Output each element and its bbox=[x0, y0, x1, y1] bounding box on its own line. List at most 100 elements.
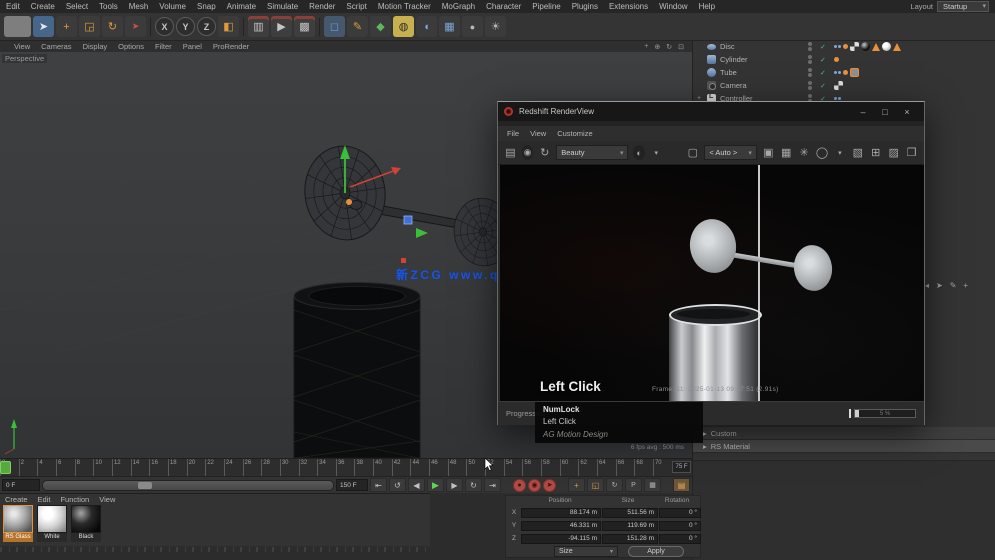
phong-tag-icon[interactable] bbox=[834, 97, 841, 100]
keying-settings-button[interactable]: ▤ bbox=[673, 478, 690, 492]
object-label[interactable]: Camera bbox=[720, 81, 800, 90]
enabled-check-icon[interactable]: ✓ bbox=[820, 69, 834, 77]
smoothing-tag-icon[interactable] bbox=[834, 57, 839, 62]
menu-item[interactable]: Help bbox=[699, 2, 715, 11]
minimize-button[interactable]: – bbox=[852, 107, 874, 117]
key-position-toggle[interactable]: + bbox=[568, 478, 585, 492]
menu-item[interactable]: Simulate bbox=[267, 2, 298, 11]
render-icon[interactable]: ▤ bbox=[504, 144, 517, 161]
enabled-check-icon[interactable]: ✓ bbox=[820, 82, 834, 90]
menu-item[interactable]: Render bbox=[309, 2, 335, 11]
material-menu-item[interactable]: View bbox=[99, 495, 115, 504]
menu-item[interactable]: Motion Tracker bbox=[378, 2, 431, 11]
viewport-menu-item[interactable]: Cameras bbox=[41, 42, 71, 51]
phong-tag-icon[interactable] bbox=[834, 45, 841, 48]
material-menu-item[interactable]: Function bbox=[60, 495, 89, 504]
record-options-button[interactable]: ➤ bbox=[543, 478, 556, 492]
menu-item[interactable]: Snap bbox=[197, 2, 216, 11]
key-scale-toggle[interactable]: ◱ bbox=[587, 478, 604, 492]
next-frame-button[interactable]: ▶ bbox=[446, 478, 463, 492]
enabled-check-icon[interactable]: ✓ bbox=[820, 56, 834, 64]
object-label[interactable]: Tube bbox=[720, 68, 800, 77]
pen-icon[interactable]: ✎ bbox=[950, 281, 957, 290]
goto-end-button[interactable]: ⇥ bbox=[484, 478, 501, 492]
menu-item[interactable]: Edit bbox=[6, 2, 20, 11]
current-frame-marker[interactable] bbox=[0, 461, 11, 474]
aov-select[interactable]: Beauty ▾ bbox=[556, 145, 629, 160]
viewport-nav-icon[interactable]: + bbox=[644, 43, 648, 51]
menu-item[interactable]: Animate bbox=[227, 2, 256, 11]
render-menu-item[interactable]: View bbox=[530, 129, 546, 138]
scale-tool[interactable]: ◲ bbox=[79, 16, 100, 37]
rs-tag-icon[interactable] bbox=[872, 42, 880, 51]
frame-range-slider[interactable] bbox=[42, 479, 334, 491]
chevron-down-icon[interactable]: ▾ bbox=[833, 144, 846, 161]
viewport-nav-icon[interactable]: ⊕ bbox=[654, 43, 660, 51]
x-axis-lock-button[interactable]: X bbox=[155, 17, 174, 36]
viewport-menu-item[interactable]: Panel bbox=[183, 42, 202, 51]
copy-image-button[interactable]: ❐ bbox=[905, 144, 918, 161]
object-label[interactable]: Cylinder bbox=[720, 55, 800, 64]
snapshot-save-button[interactable]: ▧ bbox=[851, 144, 864, 161]
material-item[interactable]: Black bbox=[71, 505, 101, 542]
chevron-left-icon[interactable]: ◂ bbox=[925, 281, 929, 290]
history-button[interactable] bbox=[4, 16, 31, 37]
add-cube-button[interactable]: ◻ bbox=[324, 16, 345, 37]
bucket-grid-button[interactable]: ▦ bbox=[780, 144, 793, 161]
rotation-field[interactable]: 0 ° bbox=[659, 507, 701, 518]
object-label[interactable]: Disc bbox=[720, 42, 800, 51]
render-view-button[interactable]: ▥ bbox=[248, 16, 269, 37]
enabled-check-icon[interactable]: ✓ bbox=[820, 43, 834, 51]
menu-item[interactable]: Create bbox=[31, 2, 55, 11]
autokeying-button[interactable]: ◉ bbox=[528, 478, 541, 492]
goto-start-button[interactable]: ⇤ bbox=[370, 478, 387, 492]
smoothing-tag-icon[interactable] bbox=[843, 70, 848, 75]
viewport-nav-icon[interactable]: ↻ bbox=[666, 43, 672, 51]
menu-item[interactable]: Script bbox=[346, 2, 366, 11]
render-menu-item[interactable]: Customize bbox=[557, 129, 592, 138]
add-field-button[interactable]: ◖ bbox=[416, 16, 437, 37]
add-generator-button[interactable]: ◆ bbox=[370, 16, 391, 37]
render-canvas[interactable]: Frame: 11: 2025-01-13 09:57:51 (2.91s) L… bbox=[500, 165, 924, 401]
start-ipr-button[interactable]: ◉ bbox=[521, 145, 534, 160]
menu-item[interactable]: Extensions bbox=[609, 2, 648, 11]
compositing-tag-icon[interactable] bbox=[834, 81, 843, 90]
restart-render-button[interactable]: ↻ bbox=[538, 144, 551, 161]
position-field[interactable]: -94.115 m bbox=[521, 533, 601, 544]
menu-item[interactable]: Select bbox=[66, 2, 88, 11]
menu-item[interactable]: Volume bbox=[159, 2, 186, 11]
viewport-menu-item[interactable]: ProRender bbox=[213, 42, 249, 51]
menu-item[interactable]: Tools bbox=[99, 2, 118, 11]
black-material-tag-icon[interactable] bbox=[861, 42, 870, 51]
phong-tag-icon[interactable] bbox=[834, 71, 841, 74]
menu-item[interactable]: MoGraph bbox=[442, 2, 475, 11]
coordinate-system-button[interactable]: ◧ bbox=[218, 16, 239, 37]
viewport-menu-item[interactable]: Display bbox=[83, 42, 108, 51]
object-row[interactable]: Tube ✓ bbox=[693, 66, 995, 79]
previous-frame-button[interactable]: ◀ bbox=[408, 478, 425, 492]
size-mode-dropdown[interactable]: Size ▾ bbox=[554, 546, 618, 557]
gap[interactable] bbox=[503, 478, 511, 492]
add-volume-button[interactable]: ◍ bbox=[393, 16, 414, 37]
material-thumbnail[interactable] bbox=[71, 505, 101, 533]
gap[interactable] bbox=[663, 478, 671, 492]
key-pla-toggle[interactable]: ▦ bbox=[644, 478, 661, 492]
close-button[interactable]: × bbox=[896, 107, 918, 117]
material-menu-item[interactable]: Edit bbox=[38, 495, 51, 504]
display-mode-button[interactable]: ◐ bbox=[633, 145, 645, 160]
position-field[interactable]: 46.331 m bbox=[521, 520, 601, 531]
size-field[interactable]: 119.69 m bbox=[602, 520, 658, 531]
visibility-dots[interactable] bbox=[800, 42, 820, 51]
size-field[interactable]: 151.28 m bbox=[602, 533, 658, 544]
layout-select[interactable]: Startup bbox=[937, 1, 989, 12]
key-rotation-toggle[interactable]: ↻ bbox=[606, 478, 623, 492]
rotate-tool[interactable]: ↻ bbox=[102, 16, 123, 37]
viewport-menu-item[interactable]: View bbox=[14, 42, 30, 51]
add-camera-button[interactable]: ● bbox=[462, 16, 483, 37]
separator[interactable] bbox=[243, 17, 244, 36]
position-field[interactable]: 88.174 m bbox=[521, 507, 601, 518]
y-axis-lock-button[interactable]: Y bbox=[176, 17, 195, 36]
mograph-button[interactable]: ▦ bbox=[439, 16, 460, 37]
record-keyframe-button[interactable]: ● bbox=[513, 478, 526, 492]
separator[interactable] bbox=[150, 17, 151, 36]
